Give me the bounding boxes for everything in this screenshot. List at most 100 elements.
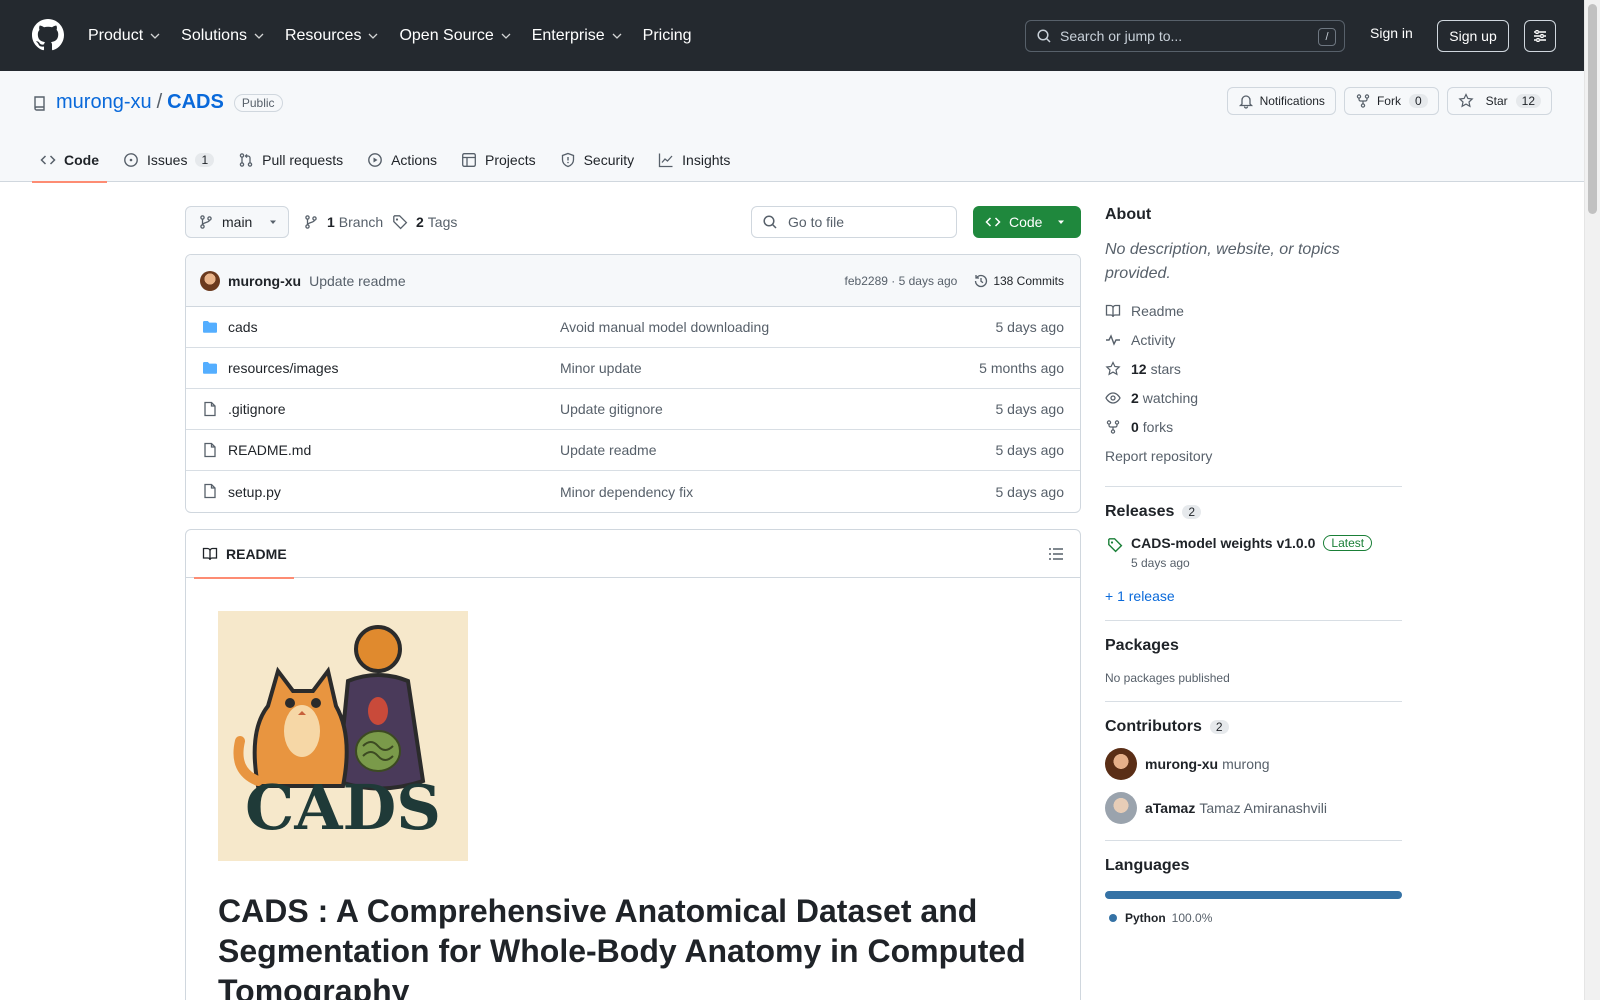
release-date: 5 days ago bbox=[1131, 556, 1190, 570]
fork-icon bbox=[1106, 419, 1120, 434]
file-commit-age: 5 days ago bbox=[995, 401, 1065, 417]
forks-link[interactable]: 0 forks bbox=[1105, 412, 1402, 441]
tag-icon bbox=[393, 215, 408, 230]
contributors-heading[interactable]: Contributors 2 bbox=[1105, 718, 1402, 736]
nav-resources[interactable]: Resources bbox=[285, 27, 379, 45]
contributor-item[interactable]: murong-xu murong bbox=[1105, 748, 1402, 780]
sign-up-button[interactable]: Sign up bbox=[1437, 20, 1509, 52]
search-placeholder: Search or jump to... bbox=[1060, 28, 1183, 44]
branch-icon bbox=[305, 215, 317, 229]
caret-down-icon bbox=[1058, 220, 1065, 224]
file-row[interactable]: resources/images Minor update 5 months ago bbox=[186, 348, 1080, 389]
file-commit-age: 5 days ago bbox=[995, 483, 1065, 500]
tab-code[interactable]: Code bbox=[32, 137, 107, 183]
releases-count: 2 bbox=[1182, 505, 1202, 519]
file-commit-message-link[interactable]: Avoid manual model downloading bbox=[560, 319, 769, 335]
search-icon bbox=[763, 215, 777, 229]
more-releases-link[interactable]: + 1 release bbox=[1105, 588, 1402, 604]
star-button[interactable]: Star 12 bbox=[1446, 87, 1552, 115]
logo-wordmark: CADS bbox=[245, 771, 441, 844]
nav-solutions[interactable]: Solutions bbox=[181, 27, 265, 45]
folder-icon bbox=[202, 319, 218, 335]
cads-logo-image: CADS bbox=[218, 611, 468, 861]
file-name-link[interactable]: cads bbox=[228, 319, 258, 335]
tab-issues[interactable]: Issues 1 bbox=[115, 137, 222, 182]
file-commit-age: 5 days ago bbox=[995, 442, 1065, 458]
branch-selector-button[interactable]: main bbox=[185, 206, 289, 238]
file-row[interactable]: .gitignore Update gitignore 5 days ago bbox=[186, 389, 1080, 430]
nav-product[interactable]: Product bbox=[88, 27, 161, 45]
readme-link[interactable]: Readme bbox=[1105, 296, 1402, 325]
file-row[interactable]: setup.py Minor dependency fix 5 days ago bbox=[186, 471, 1080, 512]
branches-link[interactable]: 1 Branch bbox=[303, 206, 383, 238]
packages-heading[interactable]: Packages bbox=[1105, 637, 1402, 655]
readme-tab[interactable]: README bbox=[194, 530, 294, 579]
commit-hash-link[interactable]: feb2289 · 5 days ago bbox=[845, 274, 958, 288]
tab-projects[interactable]: Projects bbox=[453, 137, 544, 182]
tab-pull-requests[interactable]: Pull requests bbox=[230, 137, 351, 182]
commit-author-link[interactable]: murong-xu bbox=[228, 273, 301, 289]
report-repository-link[interactable]: Report repository bbox=[1105, 441, 1402, 470]
readme-title: CADS : A Comprehensive Anatomical Datase… bbox=[218, 893, 1026, 1000]
header-menu-button[interactable] bbox=[1524, 20, 1556, 52]
commit-message-link[interactable]: Update readme bbox=[309, 273, 406, 289]
fork-button[interactable]: Fork 0 bbox=[1343, 87, 1439, 115]
activity-link[interactable]: Activity bbox=[1105, 325, 1402, 354]
release-name: CADS-model weights v1.0.0 bbox=[1131, 535, 1316, 551]
file-name-link[interactable]: .gitignore bbox=[228, 401, 286, 417]
scrollbar-thumb[interactable] bbox=[1588, 4, 1597, 214]
outline-list-icon[interactable] bbox=[1048, 546, 1064, 562]
file-name-link[interactable]: resources/images bbox=[228, 360, 339, 376]
go-to-file-input[interactable]: Go to file bbox=[751, 206, 957, 238]
tags-link[interactable]: 2 Tags bbox=[392, 206, 457, 238]
chevron-down-icon bbox=[254, 33, 264, 39]
about-description: No description, website, or topics provi… bbox=[1105, 241, 1340, 282]
file-name-link[interactable]: README.md bbox=[228, 442, 311, 458]
github-logo-icon[interactable] bbox=[32, 19, 64, 51]
divider bbox=[1105, 840, 1402, 841]
contributors-count: 2 bbox=[1209, 720, 1229, 734]
chevron-down-icon bbox=[501, 33, 511, 39]
pulse-icon bbox=[1106, 333, 1120, 346]
nav-open-source[interactable]: Open Source bbox=[399, 27, 511, 45]
releases-heading[interactable]: Releases 2 bbox=[1105, 503, 1402, 521]
file-commit-message-link[interactable]: Minor update bbox=[560, 360, 642, 376]
sign-in-link[interactable]: Sign in bbox=[1370, 25, 1413, 41]
file-row[interactable]: README.md Update readme 5 days ago bbox=[186, 430, 1080, 471]
watchers-link[interactable]: 2 watching bbox=[1105, 383, 1402, 412]
repo-path-separator: / bbox=[156, 91, 163, 113]
nav-pricing[interactable]: Pricing bbox=[643, 27, 692, 45]
tab-insights[interactable]: Insights bbox=[650, 137, 738, 182]
stars-link[interactable]: 12 stars bbox=[1105, 354, 1402, 383]
code-icon bbox=[40, 154, 56, 165]
packages-empty-text: No packages published bbox=[1105, 671, 1230, 685]
star-icon bbox=[1458, 93, 1474, 108]
file-commit-message-link[interactable]: Minor dependency fix bbox=[560, 484, 693, 500]
commits-history-link[interactable]: 138 Commits bbox=[973, 273, 1064, 289]
avatar[interactable] bbox=[200, 270, 220, 291]
notifications-button[interactable]: Notifications bbox=[1226, 87, 1336, 115]
tab-security[interactable]: Security bbox=[552, 137, 643, 182]
nav-enterprise[interactable]: Enterprise bbox=[532, 27, 623, 45]
star-icon bbox=[1105, 360, 1121, 375]
file-row[interactable]: cads Avoid manual model downloading 5 days… bbox=[186, 307, 1080, 348]
contributor-item[interactable]: aTamaz Tamaz Amiranashvili bbox=[1105, 792, 1402, 824]
issue-icon bbox=[124, 152, 138, 167]
page-scrollbar[interactable] bbox=[1584, 0, 1600, 1000]
repo-owner-link[interactable]: murong-xu bbox=[56, 91, 152, 114]
go-to-file-placeholder: Go to file bbox=[788, 214, 845, 230]
divider bbox=[1105, 620, 1402, 621]
main-nav: Product Solutions Resources Open Source … bbox=[88, 0, 712, 71]
global-search-input[interactable]: Search or jump to... / bbox=[1025, 20, 1345, 52]
file-commit-message-link[interactable]: Update readme bbox=[560, 442, 657, 458]
file-commit-message-link[interactable]: Update gitignore bbox=[560, 401, 663, 417]
code-dropdown-button[interactable]: Code bbox=[973, 206, 1081, 238]
latest-release[interactable]: CADS-model weights v1.0.0 Latest 5 days a… bbox=[1105, 535, 1402, 570]
tag-icon bbox=[1108, 538, 1123, 553]
repo-title: murong-xu / CADS Public bbox=[32, 91, 283, 114]
file-name-link[interactable]: setup.py bbox=[228, 484, 281, 500]
shield-icon bbox=[561, 152, 574, 167]
repo-name-link[interactable]: CADS bbox=[167, 91, 224, 114]
language-item[interactable]: Python 100.0% bbox=[1105, 911, 1402, 925]
tab-actions[interactable]: Actions bbox=[359, 137, 445, 182]
